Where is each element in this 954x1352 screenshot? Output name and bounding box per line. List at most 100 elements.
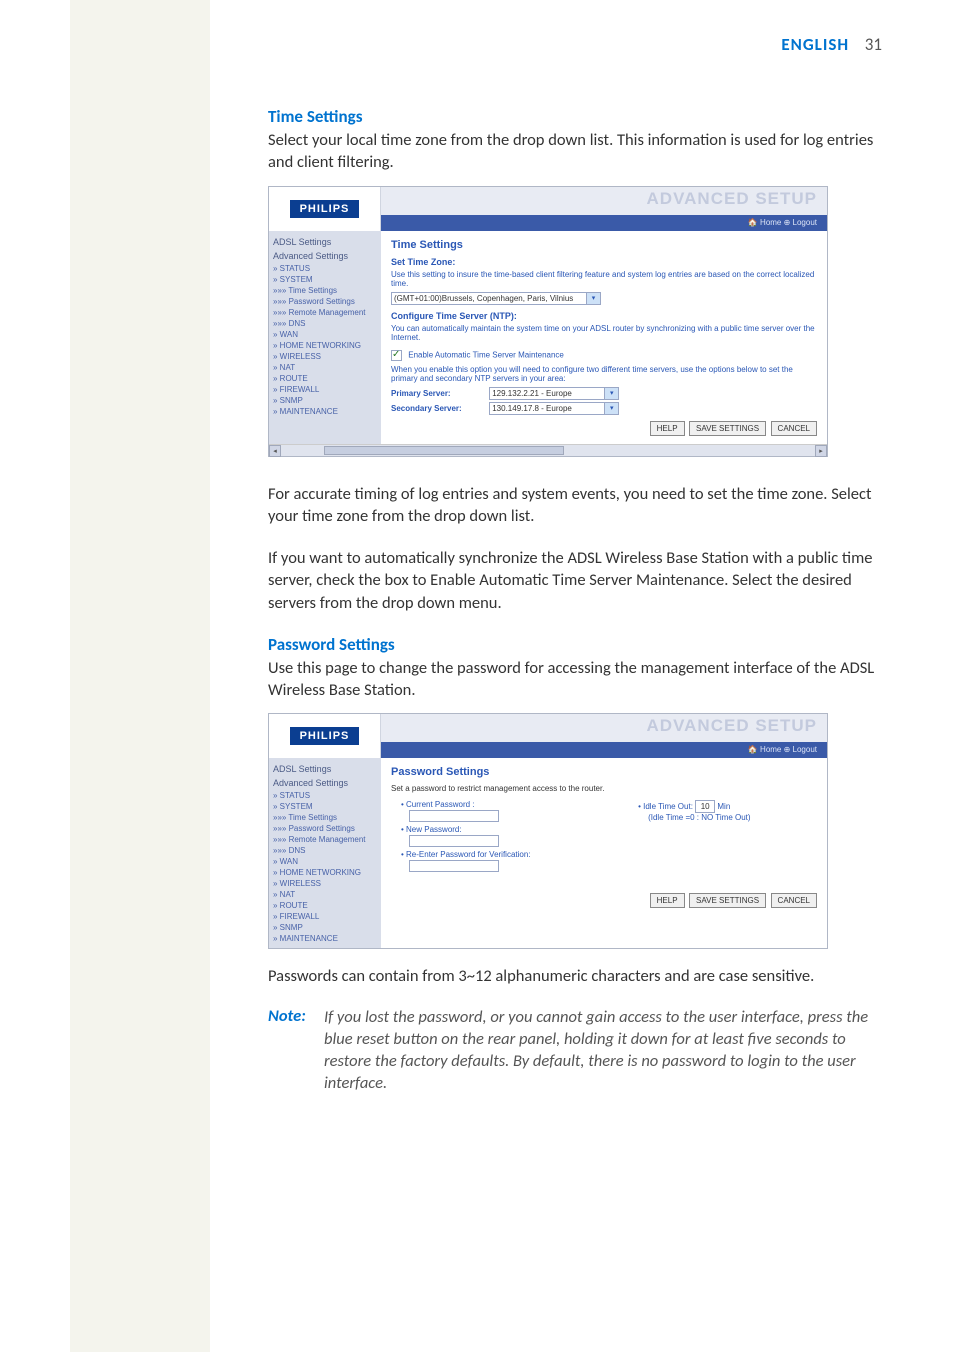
current-password-input[interactable] <box>409 810 499 822</box>
sidebar-item[interactable]: » NAT <box>273 889 381 900</box>
panel-title: Time Settings <box>391 239 817 251</box>
panel-subtitle: Set a password to restrict management ac… <box>391 784 817 793</box>
scrollbar-thumb[interactable] <box>324 446 564 455</box>
sidebar-item[interactable]: »»» Time Settings <box>273 285 381 296</box>
secondary-server-value: 130.149.17.8 - Europe <box>492 404 572 413</box>
time-settings-para3: If you want to automatically synchronize… <box>268 547 882 614</box>
banner: ADVANCED SETUP 🏠 Home ⊕ Logout <box>381 714 827 758</box>
idle-timeout-input[interactable]: 10 <box>695 800 715 813</box>
password-settings-heading: Password Settings <box>268 634 882 655</box>
page-header: ENGLISH 31 <box>781 34 882 55</box>
idle-timeout-hint: (Idle Time =0 : NO Time Out) <box>648 813 817 822</box>
sidebar-item[interactable]: » WIRELESS <box>273 351 381 362</box>
ntp-description-2: When you enable this option you will nee… <box>391 365 817 383</box>
sidebar-item[interactable]: » WAN <box>273 856 381 867</box>
password-settings-screenshot: PHILIPS ADVANCED SETUP 🏠 Home ⊕ Logout A… <box>268 713 828 949</box>
sidebar-item[interactable]: » WAN <box>273 329 381 340</box>
enable-ntp-row: Enable Automatic Time Server Maintenance <box>391 350 817 361</box>
sidebar-item[interactable]: » SNMP <box>273 922 381 933</box>
sidebar-item[interactable]: » WIRELESS <box>273 878 381 889</box>
timezone-select[interactable]: (GMT+01:00)Brussels, Copenhagen, Paris, … <box>391 292 601 305</box>
horizontal-scrollbar[interactable]: ◂ ▸ <box>269 444 827 456</box>
time-settings-heading: Time Settings <box>268 106 882 127</box>
sidebar-heading-adsl[interactable]: ADSL Settings <box>273 762 381 776</box>
save-settings-button[interactable]: SAVE SETTINGS <box>689 421 766 436</box>
password-fields: Current Password : New Password: Re-Ente… <box>391 797 625 875</box>
banner-title: ADVANCED SETUP <box>647 189 817 209</box>
sidebar-item[interactable]: » MAINTENANCE <box>273 406 381 417</box>
note-label: Note: <box>268 1006 324 1095</box>
sidebar: ADSL Settings Advanced Settings » STATUS… <box>269 231 381 444</box>
sidebar: ADSL Settings Advanced Settings » STATUS… <box>269 758 381 948</box>
panel-title: Password Settings <box>391 766 817 778</box>
password-settings-para2: Passwords can contain from 3~12 alphanum… <box>268 965 882 987</box>
sidebar-item[interactable]: »»» Time Settings <box>273 812 381 823</box>
scroll-right-icon[interactable]: ▸ <box>815 445 827 457</box>
button-row: HELP SAVE SETTINGS CANCEL <box>391 893 817 908</box>
enable-ntp-checkbox[interactable] <box>391 350 402 361</box>
scrollbar-track[interactable] <box>281 445 815 456</box>
help-button[interactable]: HELP <box>650 893 685 908</box>
time-settings-intro: Select your local time zone from the dro… <box>268 129 882 174</box>
logo-area: PHILIPS <box>269 187 381 231</box>
idle-timeout-block: • Idle Time Out: 10 Min (Idle Time =0 : … <box>638 797 817 822</box>
primary-server-label: Primary Server: <box>391 389 487 398</box>
secondary-server-select[interactable]: 130.149.17.8 - Europe ▾ <box>489 402 619 415</box>
new-password-input[interactable] <box>409 835 499 847</box>
note-text: If you lost the password, or you cannot … <box>324 1006 882 1095</box>
help-button[interactable]: HELP <box>650 421 685 436</box>
password-settings-intro: Use this page to change the password for… <box>268 657 882 702</box>
chevron-down-icon: ▾ <box>604 388 618 399</box>
idle-timeout-unit: Min <box>717 802 730 811</box>
enable-ntp-label: Enable Automatic Time Server Maintenance <box>408 350 564 359</box>
reenter-password-label: Re-Enter Password for Verification: <box>401 850 625 859</box>
sidebar-item[interactable]: » HOME NETWORKING <box>273 867 381 878</box>
sidebar-item[interactable]: »»» Password Settings <box>273 296 381 307</box>
philips-logo: PHILIPS <box>290 200 360 218</box>
philips-logo: PHILIPS <box>290 727 360 745</box>
sidebar-item[interactable]: »»» Remote Management <box>273 834 381 845</box>
sidebar-item[interactable]: »»» Password Settings <box>273 823 381 834</box>
new-password-label: New Password: <box>401 825 625 834</box>
set-time-zone-label: Set Time Zone: <box>391 257 817 267</box>
sidebar-item[interactable]: » NAT <box>273 362 381 373</box>
logo-area: PHILIPS <box>269 714 381 758</box>
reenter-password-input[interactable] <box>409 860 499 872</box>
sidebar-heading-advanced[interactable]: Advanced Settings <box>273 776 381 790</box>
note-block: Note: If you lost the password, or you c… <box>268 1006 882 1095</box>
banner-bar[interactable]: 🏠 Home ⊕ Logout <box>381 215 827 231</box>
main-panel: Time Settings Set Time Zone: Use this se… <box>381 231 827 444</box>
sidebar-item[interactable]: » SYSTEM <box>273 801 381 812</box>
sidebar-heading-advanced[interactable]: Advanced Settings <box>273 249 381 263</box>
banner-title: ADVANCED SETUP <box>647 716 817 736</box>
sidebar-item[interactable]: » ROUTE <box>273 373 381 384</box>
ntp-label: Configure Time Server (NTP): <box>391 311 817 321</box>
button-row: HELP SAVE SETTINGS CANCEL <box>391 421 817 436</box>
sidebar-item[interactable]: » SYSTEM <box>273 274 381 285</box>
sidebar-heading-adsl[interactable]: ADSL Settings <box>273 235 381 249</box>
sidebar-item[interactable]: »»» Remote Management <box>273 307 381 318</box>
main-panel: Password Settings Set a password to rest… <box>381 758 827 948</box>
banner-bar[interactable]: 🏠 Home ⊕ Logout <box>381 742 827 758</box>
save-settings-button[interactable]: SAVE SETTINGS <box>689 893 766 908</box>
cancel-button[interactable]: CANCEL <box>771 893 817 908</box>
chevron-down-icon: ▾ <box>604 403 618 414</box>
sidebar-item[interactable]: » FIREWALL <box>273 911 381 922</box>
scroll-left-icon[interactable]: ◂ <box>269 445 281 457</box>
main-content: Time Settings Select your local time zon… <box>268 106 882 1095</box>
sidebar-item[interactable]: »»» DNS <box>273 845 381 856</box>
sidebar-item[interactable]: » HOME NETWORKING <box>273 340 381 351</box>
timezone-value: (GMT+01:00)Brussels, Copenhagen, Paris, … <box>394 294 573 303</box>
cancel-button[interactable]: CANCEL <box>771 421 817 436</box>
primary-server-select[interactable]: 129.132.2.21 - Europe ▾ <box>489 387 619 400</box>
current-password-label: Current Password : <box>401 800 625 809</box>
sidebar-item[interactable]: » ROUTE <box>273 900 381 911</box>
sidebar-item[interactable]: » SNMP <box>273 395 381 406</box>
sidebar-item[interactable]: »»» DNS <box>273 318 381 329</box>
sidebar-item[interactable]: » STATUS <box>273 790 381 801</box>
primary-server-value: 129.132.2.21 - Europe <box>492 389 572 398</box>
sidebar-item[interactable]: » MAINTENANCE <box>273 933 381 944</box>
sidebar-item[interactable]: » STATUS <box>273 263 381 274</box>
left-margin-column <box>70 0 210 1352</box>
sidebar-item[interactable]: » FIREWALL <box>273 384 381 395</box>
